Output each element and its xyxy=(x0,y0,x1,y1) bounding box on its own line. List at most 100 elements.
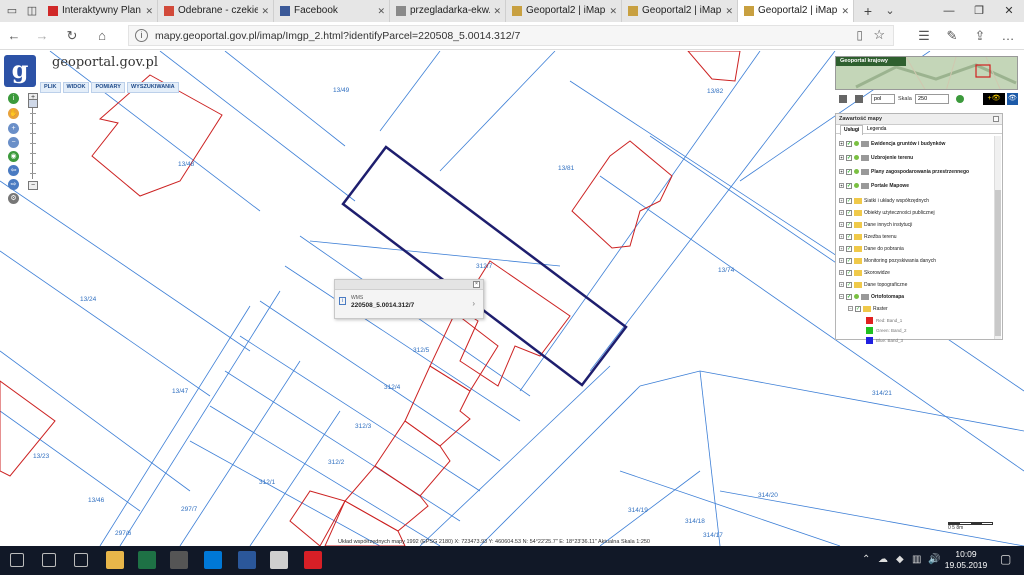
layer-checkbox[interactable]: ✓ xyxy=(846,168,852,175)
print-icon[interactable] xyxy=(839,95,847,103)
scale-input[interactable]: 250 xyxy=(915,94,949,104)
layer-item[interactable]: − ✓ Ortofotomapa xyxy=(839,292,904,302)
browser-tab[interactable]: Facebook ✕ xyxy=(274,0,390,22)
layer-checkbox[interactable]: ✓ xyxy=(846,269,852,276)
layer-item[interactable]: − ✓ Raster xyxy=(848,304,888,314)
excel-icon[interactable] xyxy=(138,551,156,569)
parcel-id-value[interactable]: 220508_5.0014.312/7 xyxy=(351,302,414,309)
view-eye-icon[interactable]: +👁 xyxy=(983,93,1005,105)
more-icon[interactable]: … xyxy=(998,26,1018,46)
layer-checkbox[interactable]: ✓ xyxy=(846,154,852,161)
expand-toggle-icon[interactable]: + xyxy=(839,222,844,228)
tab-list-button[interactable]: ⌄ xyxy=(880,0,900,22)
menu-wyszukiwania[interactable]: WYSZUKIWANIA xyxy=(126,82,179,93)
layer-item[interactable]: + ✓ Skorowidze xyxy=(839,268,890,278)
full-extent-icon[interactable]: ◉ xyxy=(8,151,19,162)
favorite-star-icon[interactable]: ☆ xyxy=(873,27,885,43)
task-view-icon[interactable] xyxy=(74,553,88,567)
browser-tab[interactable]: Geoportal2 | iMap ✕ xyxy=(738,0,854,22)
layer-item[interactable]: + ✓ Obiekty użyteczności publicznej xyxy=(839,208,935,218)
layer-checkbox[interactable]: ✓ xyxy=(846,221,852,228)
home-icon[interactable]: ⌂ xyxy=(92,26,112,46)
zoom-slider[interactable]: + − xyxy=(28,93,38,190)
popup-close-button[interactable]: × xyxy=(473,281,480,288)
tab-close-icon[interactable]: ✕ xyxy=(261,0,269,22)
reading-view-icon[interactable]: ▯ xyxy=(856,28,863,42)
layer-checkbox[interactable]: ✓ xyxy=(846,245,852,252)
save-icon[interactable] xyxy=(855,95,863,103)
layer-item[interactable]: + ✓ Ewidencja gruntów i budynków xyxy=(839,139,945,149)
next-view-icon[interactable]: ⇨ xyxy=(8,179,19,190)
expand-toggle-icon[interactable]: + xyxy=(839,282,844,288)
tab-close-icon[interactable]: ✕ xyxy=(377,0,385,22)
tab-preview-icon[interactable]: ▭ xyxy=(2,0,22,22)
settings-tool-icon[interactable]: ⚙ xyxy=(8,193,19,204)
expand-arrow-icon[interactable]: › xyxy=(472,299,475,308)
pan-tool-icon[interactable]: ✋ xyxy=(8,108,19,119)
edge-icon[interactable] xyxy=(204,551,222,569)
expand-toggle-icon[interactable]: + xyxy=(839,246,844,252)
tab-close-icon[interactable]: ✕ xyxy=(725,0,733,22)
layer-checkbox[interactable]: ✓ xyxy=(846,281,852,288)
tab-uslugi[interactable]: Usługi xyxy=(840,125,864,135)
layer-item[interactable]: + ✓ Siatki i układy współrzędnych xyxy=(839,196,929,206)
acrobat-icon[interactable] xyxy=(304,551,322,569)
search-icon[interactable] xyxy=(42,553,56,567)
map-viewport[interactable]: 13/49 13/82 13/48 13/81 13/24 13/74 13/47 314/2… xyxy=(0,51,1024,546)
previous-view-icon[interactable]: ⇦ xyxy=(8,165,19,176)
tab-close-icon[interactable]: ✕ xyxy=(609,0,617,22)
layer-item[interactable]: + ✓ Uzbrojenie terenu xyxy=(839,153,913,163)
expand-toggle-icon[interactable]: − xyxy=(839,294,844,300)
scrollbar-thumb[interactable] xyxy=(995,190,1001,336)
new-tab-button[interactable]: + xyxy=(858,0,878,22)
notifications-icon[interactable]: ▢ xyxy=(1000,552,1011,566)
calculator-icon[interactable] xyxy=(170,551,188,569)
layer-checkbox[interactable]: ✓ xyxy=(846,197,852,204)
menu-widok[interactable]: WIDOK xyxy=(62,82,90,93)
tab-close-icon[interactable]: ✕ xyxy=(841,0,849,22)
layer-item[interactable]: + ✓ Dane innych instytucji xyxy=(839,220,912,230)
preview-eye-icon[interactable]: 👁 xyxy=(1007,93,1018,105)
expand-toggle-icon[interactable]: − xyxy=(848,306,853,312)
expand-toggle-icon[interactable]: + xyxy=(839,234,844,240)
layer-checkbox[interactable]: ✓ xyxy=(846,209,852,216)
layer-checkbox[interactable]: ✓ xyxy=(846,257,852,264)
menu-plik[interactable]: PLIK xyxy=(40,82,61,93)
layer-scrollbar[interactable] xyxy=(994,136,1001,339)
layer-checkbox[interactable]: ✓ xyxy=(846,140,852,147)
people-icon[interactable]: ⌃ xyxy=(862,554,870,565)
refresh-icon[interactable]: ↻ xyxy=(62,26,82,46)
favorites-icon[interactable]: ☰ xyxy=(914,26,934,46)
file-explorer-icon[interactable] xyxy=(106,551,124,569)
onedrive-icon[interactable]: ☁ xyxy=(878,554,888,565)
language-select[interactable]: pol xyxy=(871,94,895,104)
overview-map[interactable]: Geoportal krajowy xyxy=(835,56,1018,90)
expand-toggle-icon[interactable]: + xyxy=(839,258,844,264)
geoportal-logo[interactable]: g xyxy=(4,55,36,87)
tab-aside-icon[interactable]: ◫ xyxy=(22,0,42,22)
layer-item[interactable]: + ✓ Portale Mapowe xyxy=(839,181,909,191)
start-icon[interactable] xyxy=(10,553,24,567)
notes-icon[interactable]: ✎ xyxy=(942,26,962,46)
expand-toggle-icon[interactable]: + xyxy=(839,141,844,147)
tab-close-icon[interactable]: ✕ xyxy=(493,0,501,22)
tab-legenda[interactable]: Legenda xyxy=(864,125,889,134)
scale-go-icon[interactable] xyxy=(956,95,964,103)
expand-toggle-icon[interactable]: + xyxy=(839,270,844,276)
layer-item[interactable]: + ✓ Dane topograficzne xyxy=(839,280,907,290)
browser-tab[interactable]: Geoportal2 | iMap ✕ xyxy=(506,0,622,22)
maximize-button[interactable]: ❐ xyxy=(964,0,994,22)
photos-icon[interactable] xyxy=(270,551,288,569)
browser-tab[interactable]: Interaktywny Plan Gdań✕ xyxy=(42,0,158,22)
zoom-minus-button[interactable]: − xyxy=(28,181,38,190)
expand-toggle-icon[interactable]: + xyxy=(839,210,844,216)
zoom-in-tool-icon[interactable]: + xyxy=(8,123,19,134)
layer-checkbox[interactable]: ✓ xyxy=(855,305,861,312)
minimize-button[interactable]: — xyxy=(934,0,964,22)
network-icon[interactable]: ▥ xyxy=(912,554,921,565)
expand-toggle-icon[interactable]: + xyxy=(839,198,844,204)
zoom-out-tool-icon[interactable]: − xyxy=(8,137,19,148)
browser-tab[interactable]: przegladarka-ekw.ms.g✕ xyxy=(390,0,506,22)
layer-checkbox[interactable]: ✓ xyxy=(846,233,852,240)
forward-icon[interactable]: → xyxy=(32,26,52,46)
